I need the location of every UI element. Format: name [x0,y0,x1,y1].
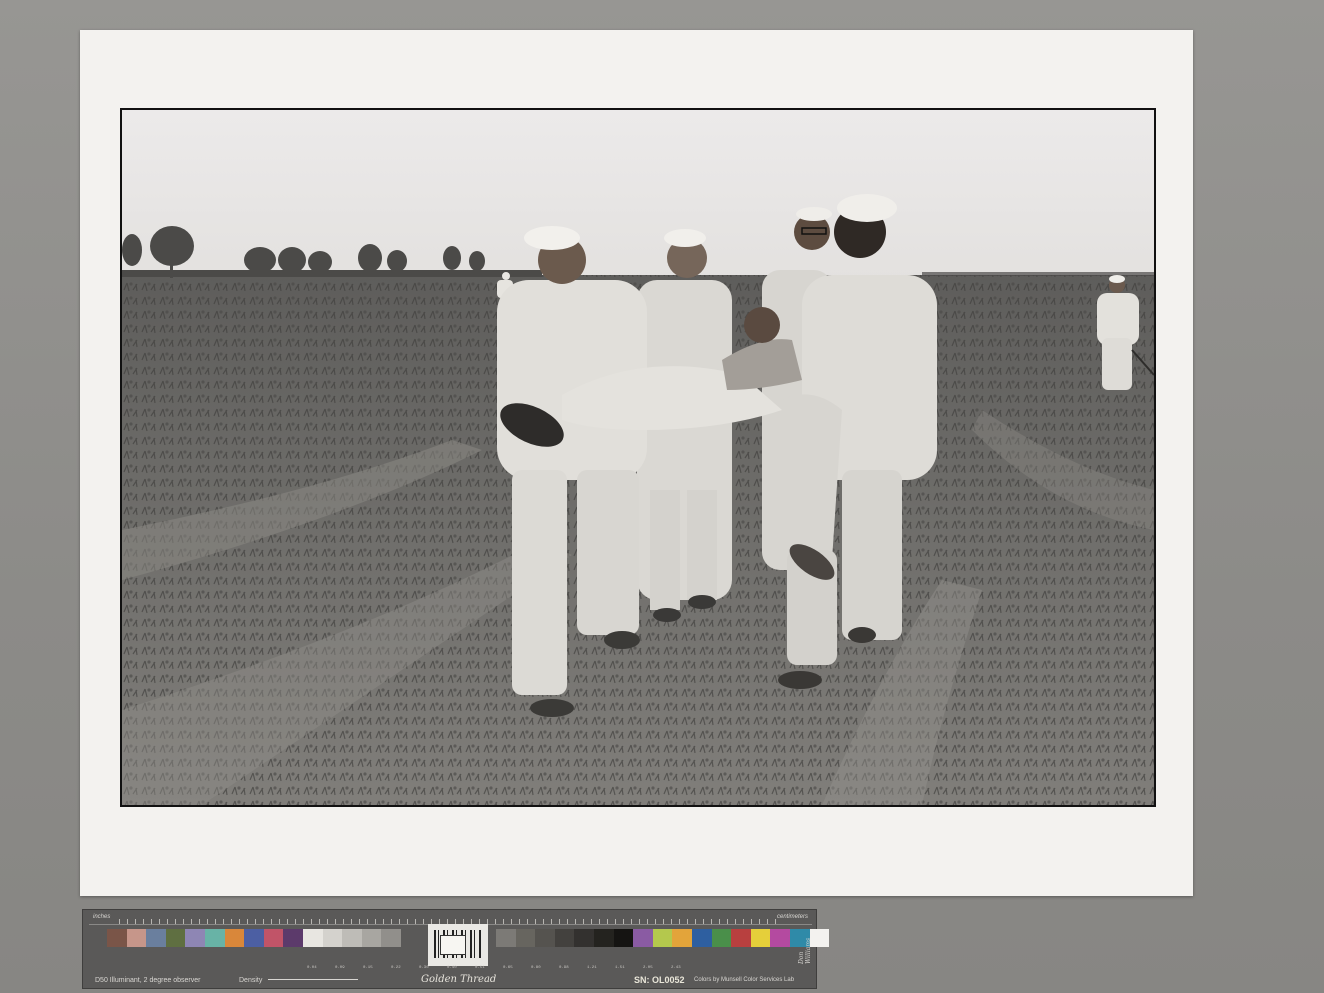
color-patch [302,929,323,947]
signature: Don Williams [798,937,812,964]
color-patch [185,929,205,947]
color-patch [535,929,555,947]
color-patch [381,929,401,947]
density-value: 0.22 [391,966,401,970]
target-caption: D50 Illuminant, 2 degree observer Densit… [89,974,812,988]
density-value: 0.40 [447,966,457,970]
density-value: 1.51 [615,966,625,970]
color-patch [496,929,516,947]
photograph [120,108,1156,807]
color-patch [770,929,790,947]
munsell-credit: Colors by Munsell Color Services Lab [694,977,795,983]
density-arrow [268,979,358,980]
color-patch [691,929,712,947]
color-patch [574,929,594,947]
color-patch [613,929,634,947]
density-value: 2.05 [643,966,653,970]
serial-number: SN: OL0052 [634,975,685,985]
sky [122,110,1154,280]
density-value: 0.04 [307,966,317,970]
color-patches-left [107,929,401,947]
color-patch [224,929,245,947]
density-value: 0.15 [363,966,373,970]
density-value: 0.09 [335,966,345,970]
color-patch [672,929,692,947]
color-patch [633,929,653,947]
density-value: 0.30 [419,966,429,970]
ruler-left-unit: inches [93,914,111,920]
density-value: 1.21 [587,966,597,970]
color-patch [283,929,303,947]
density-label: Density [239,977,263,984]
color-patch [554,929,575,947]
color-patch [165,929,186,947]
color-patch [731,929,751,947]
density-value: 2.43 [671,966,681,970]
color-patch [126,929,147,947]
color-patch [342,929,362,947]
color-patch [515,929,536,947]
illuminant-label: D50 Illuminant, 2 degree observer [95,977,201,984]
color-patch [146,929,166,947]
field-scene [122,110,1154,805]
density-values: 0.04 0.09 0.15 0.22 0.30 0.40 0.51 0.65 0.80 0.98… [107,950,797,970]
color-patch [361,929,382,947]
color-patch [263,929,284,947]
color-patch [652,929,673,947]
color-patches-right [496,929,830,947]
density-value: 0.98 [559,966,569,970]
color-patch [204,929,225,947]
color-patch [244,929,264,947]
density-value: 0.80 [531,966,541,970]
color-patch [322,929,343,947]
color-patch [593,929,614,947]
density-value: 0.51 [475,966,485,970]
color-patch [107,929,127,947]
color-patch [711,929,732,947]
color-target: inches centimeters 0.04 0.09 0.15 0.22 0.30 0… [82,909,830,989]
brand-label: Golden Thread [421,974,497,985]
color-patch [750,929,771,947]
density-value: 0.65 [503,966,513,970]
color-patch [809,929,830,947]
